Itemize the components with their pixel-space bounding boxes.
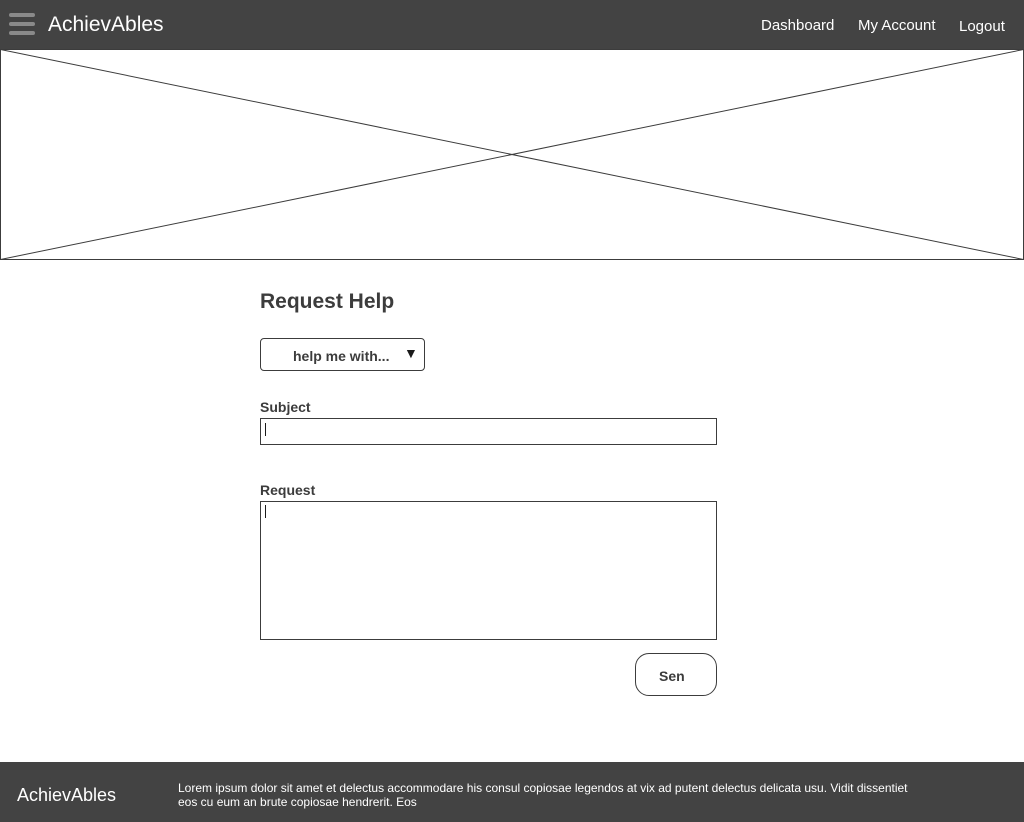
request-label: Request: [260, 482, 316, 498]
image-placeholder-icon: [0, 49, 1024, 260]
nav-link-my-account[interactable]: My Account: [858, 17, 936, 34]
footer: AchievAbles Lorem ipsum dolor sit amet e…: [0, 762, 1024, 822]
page: AchievAbles Dashboard My Account Logout …: [0, 0, 1024, 822]
app-title[interactable]: AchievAbles: [48, 13, 164, 37]
subject-label: Subject: [260, 399, 311, 415]
footer-brand: AchievAbles: [17, 785, 117, 805]
hamburger-menu-icon[interactable]: [9, 13, 35, 35]
hero-image-placeholder: [0, 49, 1024, 260]
help-category-select[interactable]: help me with... ▼: [260, 338, 425, 371]
text-cursor: [265, 505, 266, 518]
text-cursor: [265, 423, 266, 436]
help-category-selected-value: help me with...: [293, 348, 390, 364]
subject-input[interactable]: [260, 418, 717, 445]
nav-link-logout[interactable]: Logout: [959, 18, 1005, 35]
top-nav-bar: AchievAbles Dashboard My Account Logout: [0, 0, 1024, 49]
page-title: Request Help: [260, 290, 395, 313]
footer-text: Lorem ipsum dolor sit amet et delectus a…: [178, 781, 908, 809]
dropdown-arrow-icon: ▼: [404, 345, 418, 361]
send-button[interactable]: Sen: [635, 653, 717, 696]
send-button-label: Sen: [659, 668, 685, 684]
request-textarea[interactable]: [260, 501, 717, 640]
nav-link-dashboard[interactable]: Dashboard: [761, 17, 834, 34]
